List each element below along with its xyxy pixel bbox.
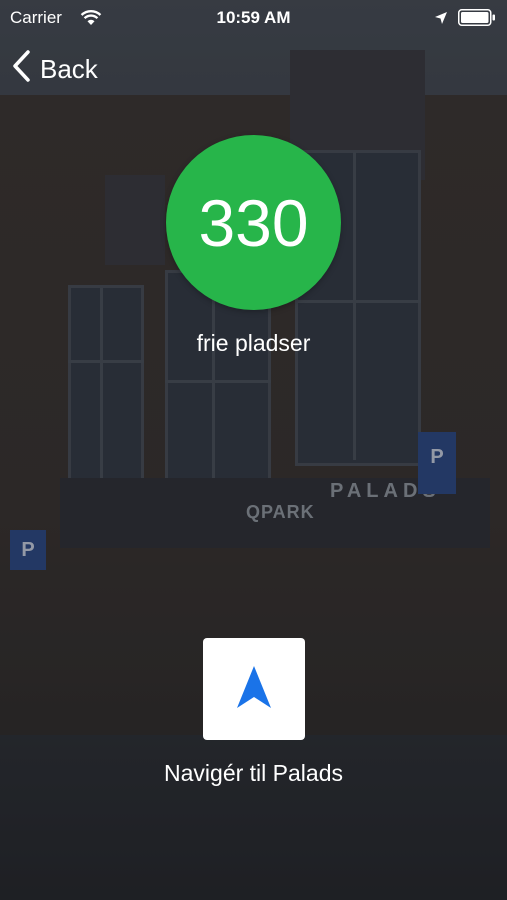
battery-icon: [458, 9, 496, 26]
navigate-button[interactable]: [203, 638, 305, 740]
free-spaces-count-badge: 330: [166, 135, 341, 310]
status-bar: Carrier 10:59 AM: [0, 0, 507, 36]
clock: 10:59 AM: [216, 8, 291, 27]
free-spaces-label: frie pladser: [196, 330, 311, 356]
back-button[interactable]: Back: [12, 50, 98, 89]
chevron-left-icon: [12, 50, 30, 89]
back-label: Back: [40, 54, 98, 84]
location-arrow-icon: [434, 10, 448, 30]
navigation-arrow-icon: [234, 664, 274, 715]
navigate-label[interactable]: Navigér til Palads: [0, 760, 507, 787]
